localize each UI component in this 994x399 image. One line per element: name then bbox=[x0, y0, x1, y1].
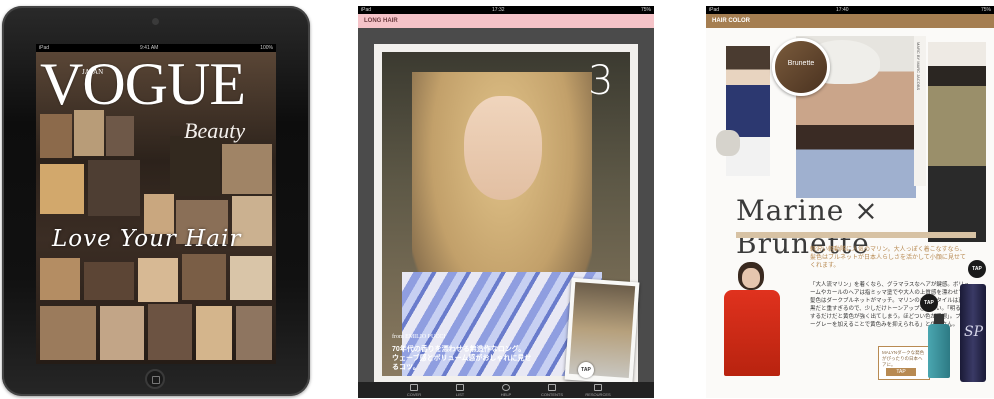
tap-badge[interactable]: TAP bbox=[920, 294, 938, 312]
help-icon bbox=[502, 384, 510, 391]
model-photo-red-coat bbox=[716, 262, 788, 380]
tab-label: HELP bbox=[500, 392, 512, 397]
list-icon bbox=[456, 384, 464, 391]
home-button[interactable] bbox=[145, 369, 165, 389]
designer-credit: from EMILIO PUCCI bbox=[392, 334, 446, 340]
ipad-device-frame: iPad 9:41 AM 100% VOGUE JAPAN Beauty Lov… bbox=[2, 6, 310, 396]
product-info-text: MALYNダークな発色がぴったりの日本ヘアに。 bbox=[882, 350, 925, 367]
hair-color-screen: iPad 17:40 75% HAIR COLOR MARC BY MARC J… bbox=[706, 6, 994, 398]
color-swatch[interactable] bbox=[772, 38, 830, 96]
status-bar: iPad 17:32 75% bbox=[358, 6, 654, 14]
section-header: LONG HAIR bbox=[358, 14, 654, 28]
cover-icon bbox=[410, 384, 418, 391]
collage-photo bbox=[148, 304, 192, 360]
collage-photo bbox=[40, 114, 72, 158]
tab-list[interactable]: LIST bbox=[445, 382, 475, 398]
magazine-logo: VOGUE bbox=[40, 51, 246, 117]
handbag bbox=[716, 130, 740, 156]
tab-label: LIST bbox=[455, 392, 465, 397]
front-camera bbox=[152, 18, 159, 25]
collage-photo bbox=[88, 160, 140, 216]
color-swatch-label: Brunette bbox=[787, 60, 815, 67]
status-time: 17:40 bbox=[836, 7, 849, 13]
look-number: 3 bbox=[588, 58, 614, 104]
long-hair-screen: iPad 17:32 75% LONG HAIR 3 from EMILIO P… bbox=[358, 6, 654, 398]
model-photo-navy bbox=[726, 46, 770, 176]
collage-photo bbox=[100, 306, 144, 360]
tab-label: CONTENTS bbox=[541, 392, 563, 397]
collage-photo bbox=[40, 306, 96, 360]
product-brand: SP bbox=[964, 324, 984, 340]
oil-bottle[interactable] bbox=[928, 324, 950, 378]
status-carrier: iPad bbox=[361, 7, 372, 13]
cover-screen[interactable]: iPad 9:41 AM 100% VOGUE JAPAN Beauty Lov… bbox=[36, 44, 276, 364]
magazine-region: JAPAN bbox=[82, 68, 104, 76]
resources-icon bbox=[594, 384, 602, 391]
contents-icon bbox=[548, 384, 556, 391]
status-carrier: iPad bbox=[709, 7, 720, 13]
status-battery: 75% bbox=[640, 7, 651, 13]
collage-photo bbox=[196, 306, 232, 360]
side-credit: MARC BY MARC JACOBS bbox=[916, 42, 921, 91]
product-tap-button[interactable]: TAP bbox=[886, 368, 916, 376]
tap-badge[interactable]: TAP bbox=[968, 260, 986, 278]
cover-headline: Love Your Hair bbox=[52, 226, 242, 252]
collage-photo bbox=[138, 258, 178, 302]
tab-label: COVER bbox=[406, 392, 422, 397]
face-shape bbox=[742, 268, 760, 288]
tap-button[interactable]: TAP bbox=[578, 362, 594, 378]
body-text: 「大人流マリン」を着くなら、グラマラスなヘアが鍵感。ボリュームやカールのヘアは指… bbox=[810, 282, 970, 328]
status-battery: 75% bbox=[980, 7, 991, 13]
status-battery: 100% bbox=[260, 45, 273, 51]
magazine-subtitle: Beauty bbox=[184, 118, 246, 143]
side-strip: MARC BY MARC JACOBS bbox=[914, 36, 926, 186]
face-shape bbox=[464, 96, 542, 200]
collage-photo bbox=[170, 136, 220, 196]
thumbnail-photo bbox=[568, 282, 636, 378]
tab-cover[interactable]: COVER bbox=[399, 382, 429, 398]
tab-help[interactable]: HELP bbox=[491, 382, 521, 398]
photo-caption: 70年代の香りを漂わせる無造作なロング。ウェーブ感とボリューム感がおしゃれに見せ… bbox=[392, 346, 532, 371]
collage-photo bbox=[222, 144, 272, 194]
tab-resources[interactable]: RESOURCES bbox=[583, 382, 613, 398]
collage-photo bbox=[182, 254, 226, 300]
section-header: HAIR COLOR bbox=[706, 14, 994, 28]
title-underline bbox=[736, 232, 976, 238]
collage-photo bbox=[236, 306, 272, 360]
bottom-tab-bar: COVER LIST HELP CONTENTS RESOURCES bbox=[358, 382, 654, 398]
collage-photo bbox=[40, 164, 84, 214]
status-time: 17:32 bbox=[492, 7, 505, 13]
tab-label: RESOURCES bbox=[585, 392, 611, 397]
collage-photo bbox=[106, 116, 134, 156]
red-coat bbox=[724, 290, 780, 376]
tab-contents[interactable]: CONTENTS bbox=[537, 382, 567, 398]
back-view-thumbnail[interactable] bbox=[564, 277, 640, 385]
collage-photo bbox=[84, 262, 134, 300]
lead-text: 軽沢い軽動隊に人気のマリン。大人っぽく着こなすなら、髪色はブルネットが日本人らし… bbox=[810, 247, 966, 269]
collage-photo bbox=[40, 258, 80, 300]
collage-photo bbox=[230, 256, 272, 300]
status-bar: iPad 17:40 75% bbox=[706, 6, 994, 14]
